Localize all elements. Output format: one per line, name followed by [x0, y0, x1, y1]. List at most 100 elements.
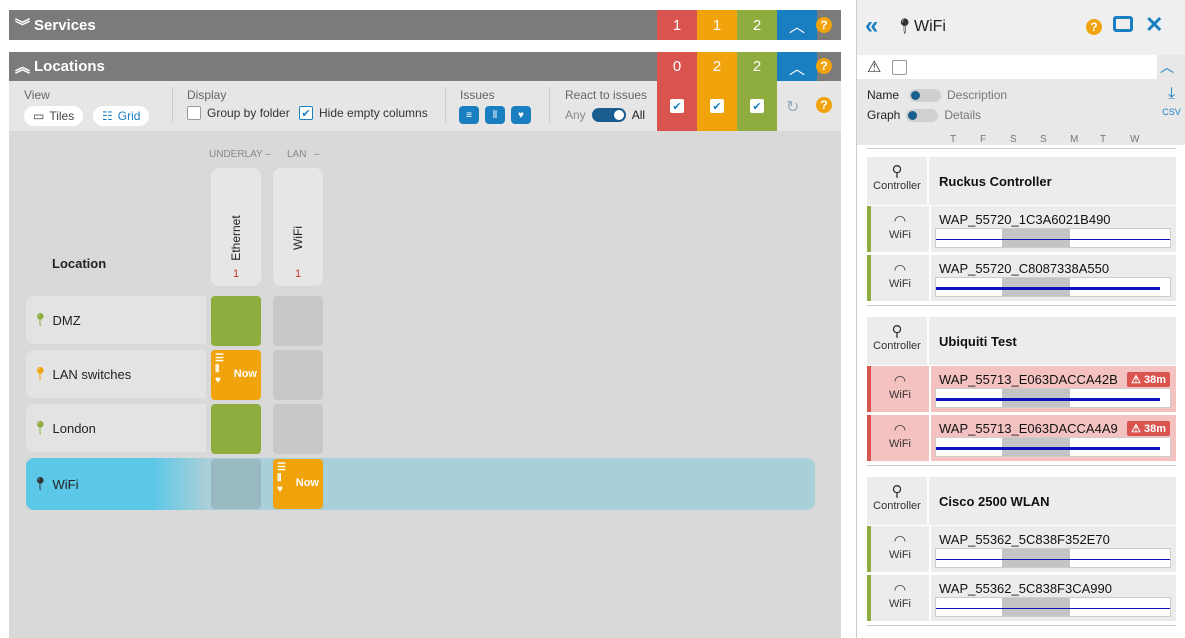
panel-help-icon[interactable]: ?	[1086, 19, 1102, 35]
locations-count-yellow[interactable]: 2	[697, 52, 737, 81]
group-by-folder-label: Group by folder	[207, 106, 290, 120]
react-label: React to issues	[565, 88, 648, 102]
warning-filter-checkbox[interactable]	[892, 60, 907, 75]
device-sparkline	[935, 277, 1171, 297]
device-row[interactable]: ◠ WiFi WAP_55362_5C838F3CA990	[867, 575, 1176, 621]
alert-badge[interactable]: ⚠ 38m	[1127, 372, 1170, 387]
refresh-icon[interactable]: ↻	[786, 97, 799, 117]
map-pin-icon: 📍︎	[32, 476, 49, 491]
react-switch[interactable]	[591, 108, 626, 122]
services-expand-button[interactable]: ︿	[777, 10, 817, 40]
locations-count-green[interactable]: 2	[737, 52, 777, 81]
group-by-folder-checkbox[interactable]	[187, 106, 201, 120]
stack-icon: ≡	[466, 109, 472, 121]
hide-empty-columns-checkbox[interactable]: ✔	[299, 106, 313, 120]
controller-row[interactable]: ⚲ Controller Ubiquiti Test	[867, 317, 1176, 365]
locations-count-red[interactable]: 0	[657, 52, 697, 81]
cell-lan-switches-wifi[interactable]	[273, 350, 323, 400]
map-pin-icon: 📍︎	[32, 420, 49, 435]
collapse-icon: ︾	[15, 17, 31, 35]
chevron-up-icon[interactable]: ︿	[1160, 57, 1174, 77]
services-help-icon[interactable]: ?	[816, 17, 832, 33]
device-name: WAP_55362_5C838F352E70	[939, 532, 1110, 547]
location-header: Location	[52, 256, 107, 271]
cell-dmz-ethernet[interactable]	[211, 296, 261, 346]
device-sparkline	[935, 437, 1171, 457]
wifi-tile: ◠ WiFi	[871, 575, 929, 621]
group-by-folder-option[interactable]: Group by folder	[187, 106, 290, 120]
locations-grid: UNDERLAY – LAN – Ethernet 1 WiFi 1 Locat…	[9, 131, 841, 638]
device-name: WAP_55720_C8087338A550	[939, 261, 1110, 276]
issues-label: Issues	[460, 88, 495, 102]
detail-panel: « 📍︎ WiFi ? ✕ ⚠ ︿ Name Description Graph D…	[856, 0, 1185, 638]
download-icon: ⤓	[1167, 85, 1176, 102]
day-tick: W	[1130, 134, 1140, 145]
tiles-view-button[interactable]: ▭ Tiles	[24, 106, 84, 126]
controller-tile: ⚲ Controller	[867, 477, 927, 525]
cell-london-wifi[interactable]	[273, 404, 323, 454]
heart-icon: ♥	[518, 109, 524, 121]
view-label: View	[24, 88, 50, 102]
react-green-checkbox[interactable]: ✔	[737, 81, 777, 131]
close-icon[interactable]: ✕	[1145, 12, 1163, 38]
tiles-icon: ▭	[33, 109, 45, 123]
services-count-red[interactable]: 1	[657, 10, 697, 40]
grid-view-button[interactable]: ☷ Grid	[93, 106, 150, 126]
cell-wifi-wifi[interactable]: ☰ ⦀ ♥ Now	[273, 459, 323, 509]
column-wifi[interactable]: WiFi 1	[273, 168, 323, 286]
column-count: 1	[232, 268, 240, 280]
row-london[interactable]: 📍︎ London	[26, 404, 206, 452]
device-name: WAP_55713_E063DACCA42B	[939, 372, 1118, 387]
locations-help-icon[interactable]: ?	[816, 58, 832, 74]
services-count-green[interactable]: 2	[737, 10, 777, 40]
row-label: LAN switches	[52, 366, 132, 382]
react-red-checkbox[interactable]: ✔	[657, 81, 697, 131]
controller-icon: ⚲	[891, 323, 903, 340]
locations-collapse-button[interactable]: ︿	[777, 52, 817, 81]
graph-details-toggle[interactable]: Graph Details	[867, 108, 981, 122]
wifi-label: WiFi	[889, 389, 911, 401]
panel-title: WiFi	[914, 18, 946, 35]
services-header[interactable]: ︾ Services	[9, 10, 657, 40]
status-now: Now	[233, 368, 257, 380]
cell-london-ethernet[interactable]	[211, 404, 261, 454]
react-toggle[interactable]: Any All	[565, 108, 645, 122]
controller-row[interactable]: ⚲ Controller Ruckus Controller	[867, 157, 1176, 205]
column-label: Ethernet	[229, 215, 243, 261]
device-row[interactable]: ◠ WiFi WAP_55362_5C838F352E70	[867, 526, 1176, 572]
chevron-up-icon: ︿	[788, 60, 805, 78]
react-yellow-checkbox[interactable]: ✔	[697, 81, 737, 131]
issue-pulse-button[interactable]: ⦀	[485, 106, 505, 124]
react-help-icon[interactable]: ?	[816, 97, 832, 113]
name-description-toggle[interactable]: Name Description	[867, 88, 1007, 102]
issue-stack-button[interactable]: ≡	[459, 106, 479, 124]
window-icon[interactable]	[1113, 16, 1133, 32]
column-ethernet[interactable]: Ethernet 1	[211, 168, 261, 286]
device-row[interactable]: ◠ WiFi WAP_55720_C8087338A550	[867, 255, 1176, 301]
grid-icon: ☷	[102, 109, 113, 123]
day-tick: M	[1070, 134, 1079, 145]
day-tick: T	[950, 134, 957, 145]
hide-empty-columns-option[interactable]: ✔ Hide empty columns	[299, 106, 428, 120]
row-lan-switches[interactable]: 📍︎ LAN switches	[26, 350, 206, 398]
locations-header[interactable]: ︽ Locations	[9, 52, 657, 81]
device-name: WAP_55362_5C838F3CA990	[939, 581, 1112, 596]
back-chevron-icon[interactable]: «	[865, 12, 878, 40]
issue-heart-button[interactable]: ♥	[511, 106, 531, 124]
cell-dmz-wifi[interactable]	[273, 296, 323, 346]
wifi-tile: ◠ WiFi	[871, 366, 929, 412]
row-wifi[interactable]: 📍︎ WiFi	[26, 458, 206, 510]
controller-name: Ruckus Controller	[939, 174, 1052, 189]
controller-row[interactable]: ⚲ Controller Cisco 2500 WLAN	[867, 477, 1176, 525]
cell-lan-switches-ethernet[interactable]: ☰ ⦀ ♥ Now	[211, 350, 261, 400]
device-row[interactable]: ◠ WiFi WAP_55713_E063DACCA4A9 ⚠ 38m	[867, 415, 1176, 461]
alert-badge[interactable]: ⚠ 38m	[1127, 421, 1170, 436]
graph-label: Graph	[867, 108, 901, 122]
cell-wifi-ethernet[interactable]	[211, 459, 261, 509]
services-count-yellow[interactable]: 1	[697, 10, 737, 40]
details-label: Details	[944, 108, 982, 122]
row-dmz[interactable]: 📍︎ DMZ	[26, 296, 206, 344]
csv-export-button[interactable]: ⤓ CSV	[1157, 85, 1185, 125]
device-row[interactable]: ◠ WiFi WAP_55720_1C3A6021B490	[867, 206, 1176, 252]
device-row[interactable]: ◠ WiFi WAP_55713_E063DACCA42B ⚠ 38m	[867, 366, 1176, 412]
